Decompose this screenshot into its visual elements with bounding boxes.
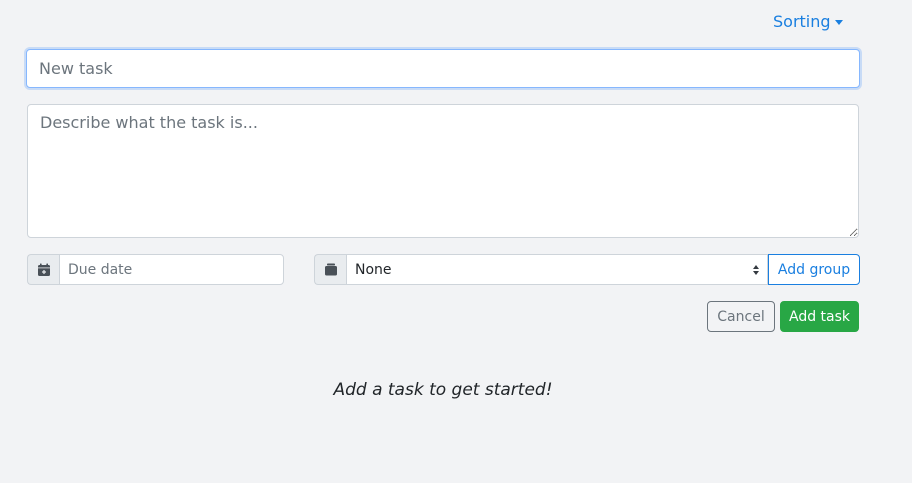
select-arrows-icon: [753, 264, 759, 275]
caret-down-icon: [834, 20, 843, 25]
task-description-input[interactable]: [27, 104, 859, 238]
task-title-input[interactable]: [26, 49, 860, 88]
group-select-value: None: [355, 261, 392, 278]
sorting-label: Sorting: [773, 12, 831, 31]
task-page: Sorting None: [0, 0, 912, 483]
due-date-group: [27, 254, 284, 285]
add-group-button[interactable]: Add group: [768, 254, 860, 285]
sorting-dropdown[interactable]: Sorting: [773, 11, 843, 33]
task-group-selector: None Add group: [314, 254, 860, 285]
calendar-plus-icon: [27, 254, 59, 285]
cancel-button[interactable]: Cancel: [707, 301, 775, 332]
due-date-input[interactable]: [59, 254, 284, 285]
add-task-button[interactable]: Add task: [780, 301, 859, 332]
folder-icon: [314, 254, 346, 285]
empty-state-message: Add a task to get started!: [333, 380, 553, 400]
group-select[interactable]: None: [346, 254, 768, 285]
